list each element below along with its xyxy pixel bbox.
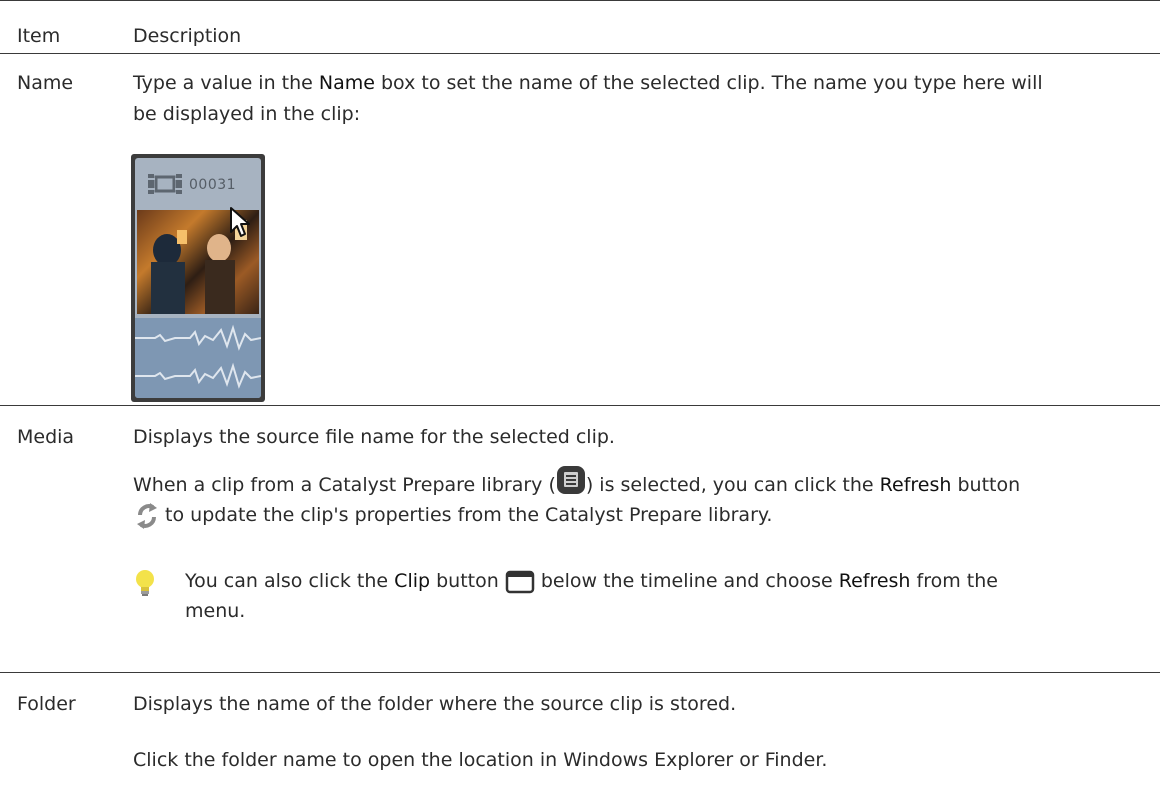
table-header-row: Item Description xyxy=(0,0,1160,54)
folder-desc-p2: Click the folder name to open the locati… xyxy=(133,749,828,771)
clip-thumbnail: 00031 xyxy=(131,154,265,402)
table-row-media: Media Displays the source file name for … xyxy=(0,406,1160,673)
row-label-media: Media xyxy=(17,426,75,448)
table-row-folder: Folder Displays the name of the folder w… xyxy=(0,673,1160,797)
row-desc-name: Type a value in the Name box to set the … xyxy=(133,68,1150,130)
lightbulb-tip-icon xyxy=(136,570,154,596)
row-label-folder: Folder xyxy=(17,693,76,715)
clip-button-icon[interactable] xyxy=(505,570,535,594)
clip-audio-waveform xyxy=(135,318,261,398)
header-item: Item xyxy=(17,25,61,47)
folder-desc-p1: Displays the name of the folder where th… xyxy=(133,693,737,715)
properties-table: Item Description Name Type a value in th… xyxy=(0,0,1160,797)
name-desc-line2: be displayed in the clip: xyxy=(133,103,361,125)
library-icon xyxy=(556,465,585,494)
clip-name-label: 00031 xyxy=(189,177,237,193)
header-description: Description xyxy=(133,25,242,47)
row-label-name: Name xyxy=(17,72,74,94)
film-strip-icon xyxy=(147,174,183,194)
refresh-icon[interactable] xyxy=(135,502,159,529)
media-desc-p2: When a clip from a Catalyst Prepare libr… xyxy=(133,465,1153,530)
name-desc-line1: Type a value in the Name box to set the … xyxy=(133,72,1043,94)
table-row-name: Name Type a value in the Name box to set… xyxy=(0,54,1160,406)
media-tip: You can also click the Clip button below… xyxy=(133,566,1133,626)
media-desc-p1: Displays the source file name for the se… xyxy=(133,426,615,448)
mouse-cursor-icon xyxy=(230,207,250,237)
